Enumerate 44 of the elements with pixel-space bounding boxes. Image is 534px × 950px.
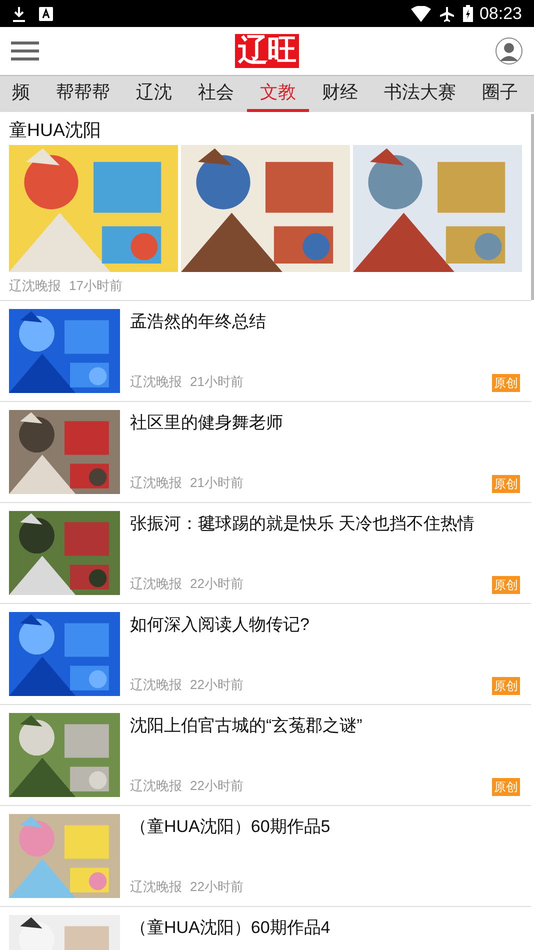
battery-icon: [463, 5, 474, 22]
article-source: 辽沈晚报: [130, 676, 182, 694]
original-tag: 原创: [492, 778, 520, 796]
article-title[interactable]: （童HUA沈阳）60期作品5: [130, 816, 522, 836]
article-time: 22小时前: [190, 777, 244, 795]
featured-title[interactable]: 童HUA沈阳: [9, 118, 522, 142]
article-time: 22小时前: [190, 575, 244, 593]
category-tab[interactable]: 帮帮帮: [43, 76, 123, 112]
article-title[interactable]: 孟浩然的年终总结: [130, 310, 522, 332]
category-tab[interactable]: 书法大赛: [371, 76, 469, 112]
category-tab[interactable]: 辽沈: [123, 76, 185, 112]
airplane-icon: [439, 6, 456, 22]
original-tag: 原创: [492, 474, 520, 492]
article-source: 辽沈晚报: [9, 277, 61, 295]
category-tab[interactable]: 圈子: [469, 76, 531, 112]
wifi-icon: [411, 6, 432, 22]
category-tab[interactable]: 频: [0, 76, 43, 112]
menu-icon[interactable]: [11, 40, 39, 62]
user-avatar-icon[interactable]: [495, 37, 523, 65]
status-time: 08:23: [479, 2, 522, 25]
original-tag: 原创: [492, 374, 520, 392]
article-source: 辽沈晚报: [130, 474, 182, 492]
category-tab[interactable]: 文教: [247, 76, 309, 112]
category-tab[interactable]: 社会: [185, 76, 247, 112]
article-source: 辽沈晚报: [130, 575, 182, 593]
article-time: 22小时前: [190, 878, 244, 896]
article-title[interactable]: 社区里的健身舞老师: [130, 412, 522, 432]
article-title[interactable]: （童HUA沈阳）60期作品4: [130, 916, 522, 938]
app-logo: 辽旺: [235, 34, 299, 68]
original-tag: 原创: [492, 576, 520, 594]
article-time: 17小时前: [69, 277, 122, 295]
article-title[interactable]: 张振河：毽球踢的就是快乐 天冷也挡不住热情: [130, 512, 522, 534]
article-source: 辽沈晚报: [130, 777, 182, 795]
download-icon: [12, 6, 26, 22]
original-tag: 原创: [492, 676, 520, 694]
article-title[interactable]: 沈阳上伯官古城的“玄菟郡之谜”: [130, 714, 522, 736]
article-source: 辽沈晚报: [130, 878, 182, 896]
app-notification-icon: [39, 6, 53, 20]
category-tab[interactable]: 财经: [309, 76, 371, 112]
article-time: 21小时前: [190, 474, 244, 492]
article-time: 22小时前: [190, 676, 244, 694]
article-source: 辽沈晚报: [130, 373, 182, 391]
article-time: 21小时前: [190, 373, 244, 391]
article-title[interactable]: 如何深入阅读人物传记?: [130, 614, 522, 634]
